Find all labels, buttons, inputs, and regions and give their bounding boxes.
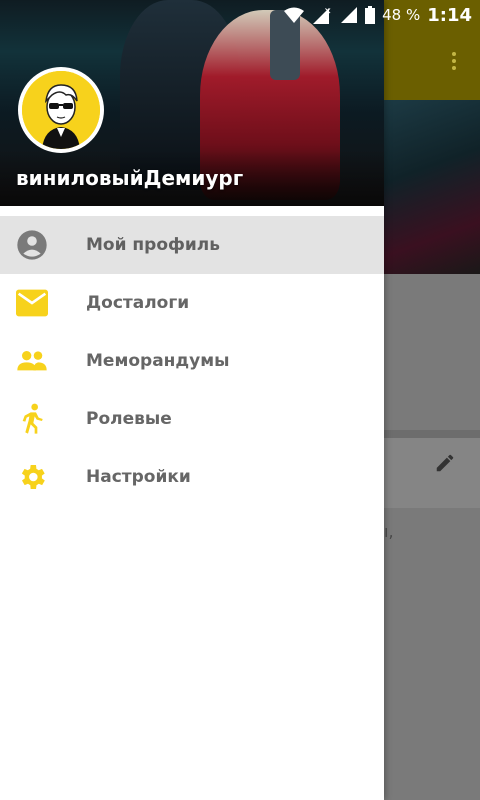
background-cover-image <box>384 100 480 274</box>
drawer-menu: Мой профиль Досталоги Меморандумы Ролевы… <box>0 216 384 506</box>
menu-item-label: Досталоги <box>86 293 190 313</box>
menu-item-label: Мой профиль <box>86 235 220 255</box>
people-icon <box>16 345 48 377</box>
gear-icon <box>16 461 48 493</box>
menu-item-dostalogi[interactable]: Досталоги <box>0 274 384 332</box>
username: виниловыйДемиург <box>16 166 244 190</box>
menu-item-label: Меморандумы <box>86 351 230 371</box>
clock: 1:14 <box>427 4 472 26</box>
menu-item-memorandums[interactable]: Меморандумы <box>0 332 384 390</box>
background-card <box>384 430 480 508</box>
account-circle-icon <box>16 229 48 261</box>
avatar-illustration <box>22 71 100 149</box>
mail-icon <box>16 287 48 319</box>
drawer-header: виниловыйДемиург <box>0 0 384 206</box>
signal-icon <box>341 7 358 23</box>
battery-icon <box>365 6 376 24</box>
background-text-fragment: ı, <box>384 522 394 541</box>
avatar[interactable] <box>18 67 104 153</box>
menu-item-my-profile[interactable]: Мой профиль <box>0 216 384 274</box>
edit-pencil-icon[interactable] <box>434 452 456 474</box>
status-bar: ✕ 48 % 1:14 <box>0 0 480 30</box>
menu-item-settings[interactable]: Настройки <box>0 448 384 506</box>
battery-percent: 48 % <box>382 6 421 24</box>
navigation-drawer: виниловыйДемиург Мой профиль Досталоги М… <box>0 0 384 800</box>
svg-text:✕: ✕ <box>324 7 332 17</box>
wifi-icon <box>284 7 305 23</box>
menu-item-label: Ролевые <box>86 409 172 429</box>
overflow-menu-icon[interactable] <box>448 52 460 72</box>
menu-item-label: Настройки <box>86 467 191 487</box>
running-person-icon <box>16 403 48 435</box>
signal-no-sim-icon: ✕ <box>313 7 332 24</box>
menu-item-roleplays[interactable]: Ролевые <box>0 390 384 448</box>
